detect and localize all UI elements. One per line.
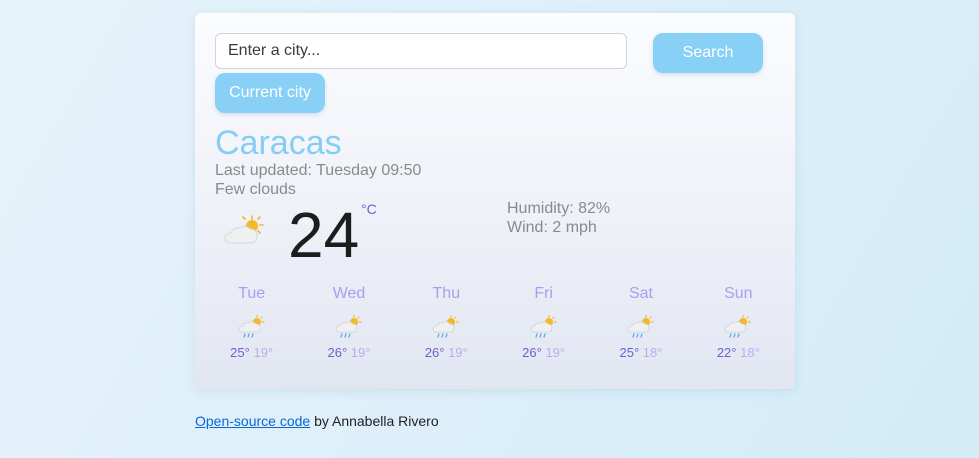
forecast-min-temp: 19° bbox=[253, 345, 274, 360]
forecast-max-temp: 26° bbox=[424, 345, 445, 360]
city-search-input[interactable] bbox=[215, 33, 627, 69]
forecast-day-name: Sun bbox=[724, 285, 753, 302]
open-source-link[interactable]: Open-source code bbox=[195, 413, 310, 429]
forecast-min-temp: 19° bbox=[448, 345, 468, 360]
forecast-max-temp: 26° bbox=[327, 345, 348, 360]
forecast-min-temp: 19° bbox=[350, 345, 371, 360]
forecast-temps: 25° 19° bbox=[203, 345, 300, 361]
forecast-temps: 25° 18° bbox=[592, 345, 689, 361]
forecast-temps: 22° 18° bbox=[690, 345, 787, 361]
forecast-max-temp: 25° bbox=[230, 345, 250, 360]
forecast-day-name: Wed bbox=[332, 285, 366, 302]
rain-sun-icon bbox=[335, 315, 362, 338]
forecast-day: Fri 26° 19° bbox=[495, 283, 592, 361]
forecast-day-name: Tue bbox=[238, 285, 266, 302]
forecast-day: Sun 22° 18° bbox=[690, 283, 787, 361]
forecast-row: Tue 25° 19° Wed 26° 19° Thu 26° 19° Fri … bbox=[203, 283, 787, 361]
forecast-temps: 26° 19° bbox=[300, 345, 397, 361]
humidity: Humidity: 82% bbox=[507, 200, 611, 217]
forecast-day: Wed 26° 19° bbox=[300, 283, 397, 361]
footer: Open-source code by Annabella Rivero bbox=[195, 413, 439, 429]
forecast-min-temp: 19° bbox=[545, 345, 566, 360]
forecast-min-temp: 18° bbox=[642, 345, 663, 360]
temperature-unit[interactable]: °C bbox=[361, 201, 377, 217]
search-button[interactable]: Search bbox=[653, 33, 763, 73]
rain-sun-icon bbox=[530, 315, 557, 338]
rain-sun-icon bbox=[627, 315, 654, 338]
wind-speed: Wind: 2 mph bbox=[507, 219, 597, 236]
rain-sun-icon bbox=[238, 315, 265, 338]
last-updated: Last updated: Tuesday 09:50 bbox=[215, 162, 422, 179]
weather-card: Search Current city Caracas Last updated… bbox=[195, 13, 795, 389]
forecast-max-temp: 26° bbox=[522, 345, 542, 360]
rain-sun-icon bbox=[432, 315, 459, 338]
forecast-temps: 26° 19° bbox=[495, 345, 592, 361]
forecast-day-name: Thu bbox=[432, 285, 461, 302]
partly-cloudy-icon bbox=[224, 215, 264, 244]
forecast-day: Tue 25° 19° bbox=[203, 283, 300, 361]
weather-description: Few clouds bbox=[215, 181, 296, 198]
forecast-day: Thu 26° 19° bbox=[398, 283, 495, 361]
forecast-temps: 26° 19° bbox=[398, 345, 495, 361]
forecast-day: Sat 25° 18° bbox=[592, 283, 689, 361]
forecast-day-name: Fri bbox=[534, 285, 553, 302]
current-city-button[interactable]: Current city bbox=[215, 73, 325, 113]
rain-sun-icon bbox=[724, 315, 751, 338]
forecast-max-temp: 22° bbox=[716, 345, 737, 360]
city-name: Caracas bbox=[215, 124, 342, 162]
current-temperature: 24 bbox=[288, 199, 360, 271]
forecast-day-name: Sat bbox=[628, 285, 653, 302]
forecast-max-temp: 25° bbox=[619, 345, 640, 360]
forecast-min-temp: 18° bbox=[740, 345, 760, 360]
footer-author: by Annabella Rivero bbox=[310, 413, 439, 429]
